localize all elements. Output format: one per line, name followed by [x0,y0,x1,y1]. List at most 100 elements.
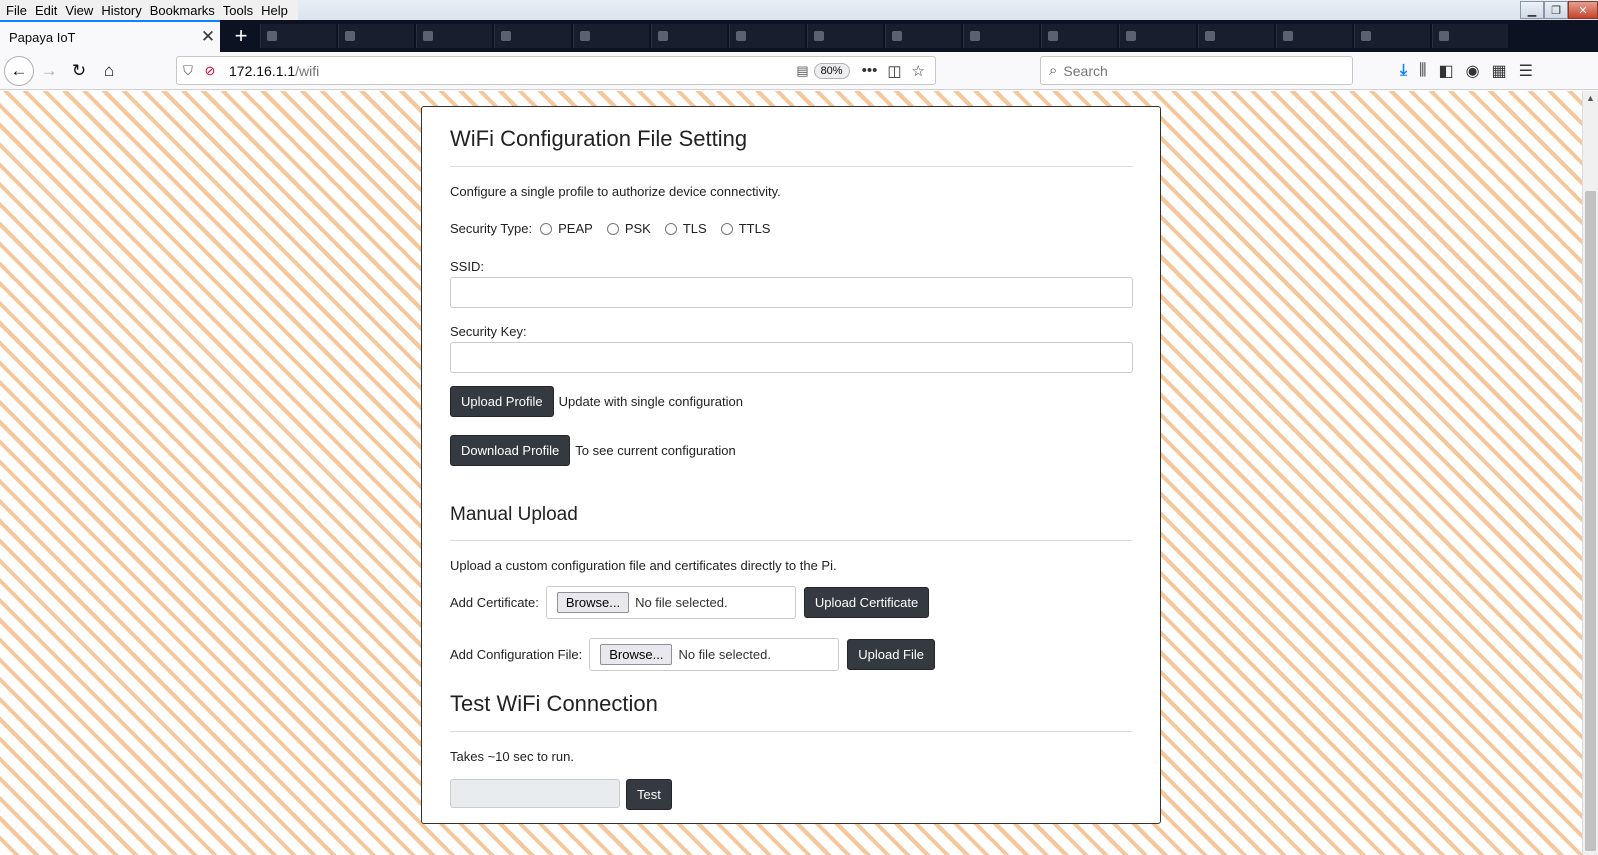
reader-view-icon[interactable]: ▤ [792,63,814,79]
pocket-icon[interactable]: ◫ [887,62,901,80]
test-wifi-description: Takes ~10 sec to run. [450,749,574,764]
test-row: Test [450,776,1133,810]
close-window-icon[interactable]: ✕ [1568,1,1598,19]
wifi-config-title: WiFi Configuration File Setting [450,126,1133,167]
background-tab[interactable] [416,24,493,48]
sidebar-icon[interactable]: ◧ [1438,61,1453,81]
library-icon[interactable]: ⫼ [1419,62,1426,80]
menu-file[interactable]: File [2,3,31,18]
menu-bar: File Edit View History Bookmarks Tools H… [0,0,1598,20]
manual-upload-title: Manual Upload [450,504,1133,541]
upload-profile-row: Upload Profile Update with single config… [450,386,1133,417]
download-profile-hint: To see current configuration [575,443,736,458]
back-arrow-icon[interactable]: ← [4,55,34,86]
download-profile-row: Download Profile To see current configur… [450,435,1133,466]
radio-tls[interactable] [664,222,677,235]
ssid-input[interactable] [450,277,1133,308]
radio-peap[interactable] [540,222,553,235]
shield-icon[interactable]: ⛉ [177,63,199,79]
url-text[interactable]: 172.16.1.1/wifi [229,63,792,79]
tab-close-icon[interactable]: ✕ [196,27,220,47]
bookmark-star-icon[interactable]: ☆ [912,62,925,80]
background-tab[interactable] [1275,24,1352,48]
menu-help[interactable]: Help [257,3,292,18]
background-tab[interactable] [650,24,727,48]
menu-tools[interactable]: Tools [219,3,257,18]
home-icon[interactable]: ⌂ [94,56,124,86]
upload-certificate-button[interactable]: Upload Certificate [803,587,930,618]
config-file-input[interactable]: Browse... No file selected. [589,638,840,671]
background-tab[interactable] [1197,24,1274,48]
menu-edit[interactable]: Edit [31,3,61,18]
background-tabs [260,24,1508,48]
insecure-lock-icon[interactable]: ⊘ [199,63,221,79]
scroll-up-icon[interactable]: ▲ [1586,93,1595,103]
forward-arrow-icon[interactable]: → [34,56,64,86]
config-file-row: Add Configuration File: Browse... No fil… [450,638,1133,671]
background-tab[interactable] [1353,24,1430,48]
certificate-file-input[interactable]: Browse... No file selected. [545,586,796,619]
page-scrollbar[interactable]: ▲ [1582,91,1598,855]
search-input[interactable] [1063,62,1324,79]
background-tab[interactable] [885,24,962,48]
url-bar[interactable]: ⛉ ⊘ 172.16.1.1/wifi ▤ 80% ••• ◫ ☆ [176,56,936,85]
favicon-icon [1204,31,1215,41]
window-controls: ▁ ❐ ✕ [1520,0,1598,20]
wifi-settings-panel: WiFi Configuration File Setting Configur… [421,106,1161,824]
radio-ttls-label: TTLS [738,221,771,236]
background-tab[interactable] [494,24,571,48]
radio-psk[interactable] [606,222,619,235]
background-tab[interactable] [1119,24,1196,48]
download-profile-button[interactable]: Download Profile [450,435,571,466]
menu-view[interactable]: View [61,3,97,18]
favicon-icon [813,31,824,41]
background-tab[interactable] [338,24,415,48]
hamburger-menu-icon[interactable]: ☰ [1519,61,1533,81]
url-actions: ••• ◫ ☆ [862,62,925,80]
background-tab[interactable] [1431,24,1508,48]
upload-profile-hint: Update with single configuration [558,394,743,409]
tab-active[interactable]: Papaya IoT ✕ [0,20,220,52]
panel-inner: WiFi Configuration File Setting Configur… [450,107,1133,810]
menu-strip: File Edit View History Bookmarks Tools H… [0,0,298,20]
reload-icon[interactable]: ↻ [64,56,94,86]
favicon-icon [267,31,277,41]
search-bar[interactable]: ⌕ [1040,56,1353,85]
page-content: WiFi Configuration File Setting Configur… [0,91,1582,855]
favicon-icon [970,31,981,41]
radio-ttls[interactable] [720,222,733,235]
test-result-field [450,778,620,808]
security-key-label: Security Key: [450,324,527,339]
security-key-input[interactable] [450,342,1133,373]
test-button[interactable]: Test [626,779,672,810]
background-tab[interactable] [1041,24,1118,48]
menu-bookmarks[interactable]: Bookmarks [146,3,219,18]
background-tab[interactable] [260,24,337,48]
favicon-icon [892,31,902,41]
menu-history[interactable]: History [97,3,145,18]
background-tab[interactable] [806,24,883,48]
zoom-level-badge[interactable]: 80% [813,62,850,79]
ssid-label: SSID: [450,259,484,274]
download-icon[interactable]: ⤓ [1400,62,1407,80]
add-certificate-label: Add Certificate: [450,595,539,610]
config-browse-button[interactable]: Browse... [600,644,673,665]
account-icon[interactable]: ◉ [1466,61,1480,81]
radio-psk-label: PSK [624,221,651,236]
certificate-browse-button[interactable]: Browse... [556,592,630,613]
search-icon: ⌕ [1049,62,1058,79]
background-tab[interactable] [728,24,805,48]
new-tab-icon[interactable]: + [226,20,256,52]
certificate-row: Add Certificate: Browse... No file selec… [450,586,1133,619]
scrollbar-thumb[interactable] [1585,191,1596,851]
page-actions-icon[interactable]: ••• [862,62,878,79]
favicon-icon [1126,31,1137,41]
minimize-icon[interactable]: ▁ [1520,1,1544,19]
restore-icon[interactable]: ❐ [1544,1,1568,19]
favicon-icon [1048,31,1059,41]
background-tab[interactable] [572,24,649,48]
upload-profile-button[interactable]: Upload Profile [450,386,554,417]
upload-file-button[interactable]: Upload File [847,639,936,670]
extensions-icon[interactable]: ▦ [1492,61,1507,81]
background-tab[interactable] [963,24,1040,48]
